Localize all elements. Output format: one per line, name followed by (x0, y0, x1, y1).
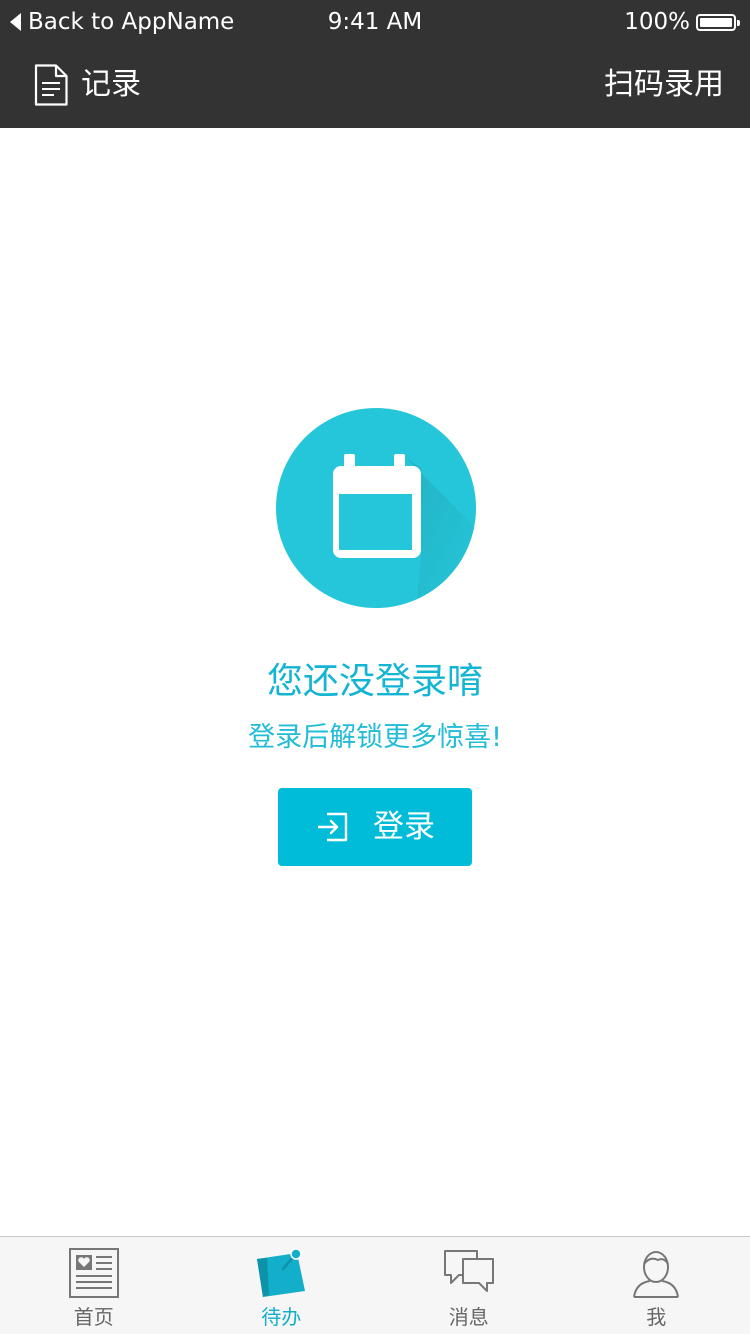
records-button[interactable]: 记录 (34, 62, 141, 108)
note-icon (257, 1248, 306, 1297)
battery-status: 100% (624, 8, 740, 36)
login-icon (318, 812, 348, 842)
records-label: 记录 (81, 67, 141, 102)
tab-bar: 首页 待办 消息 我 (0, 1236, 750, 1334)
not-logged-in-title: 您还没登录唷 (266, 661, 483, 702)
tab-me-label: 我 (646, 1305, 667, 1329)
tab-messages[interactable]: 消息 (375, 1237, 563, 1334)
not-logged-in-subtitle: 登录后解锁更多惊喜! (248, 722, 502, 753)
tab-home-label: 首页 (73, 1305, 114, 1329)
calendar-icon (276, 408, 476, 608)
login-button[interactable]: 登录 (278, 788, 472, 866)
tab-me[interactable]: 我 (563, 1237, 750, 1334)
news-icon (68, 1248, 119, 1298)
login-button-label: 登录 (373, 809, 435, 845)
user-icon (633, 1251, 680, 1298)
battery-percentage: 100% (624, 9, 690, 35)
status-bar: Back to AppName 9:41 AM 100% (0, 0, 750, 44)
tab-todo[interactable]: 待办 (188, 1237, 376, 1334)
tab-home[interactable]: 首页 (0, 1237, 188, 1334)
navigation-bar: 记录 扫码录用 (0, 44, 750, 128)
battery-icon (696, 13, 740, 31)
chat-bubbles-icon (443, 1250, 494, 1292)
tab-messages-label: 消息 (448, 1305, 489, 1329)
tab-todo-label: 待办 (261, 1305, 302, 1329)
main-content: 您还没登录唷 登录后解锁更多惊喜! 登录 (0, 128, 750, 1236)
document-icon (34, 64, 68, 106)
scan-to-hire-button[interactable]: 扫码录用 (604, 62, 724, 108)
